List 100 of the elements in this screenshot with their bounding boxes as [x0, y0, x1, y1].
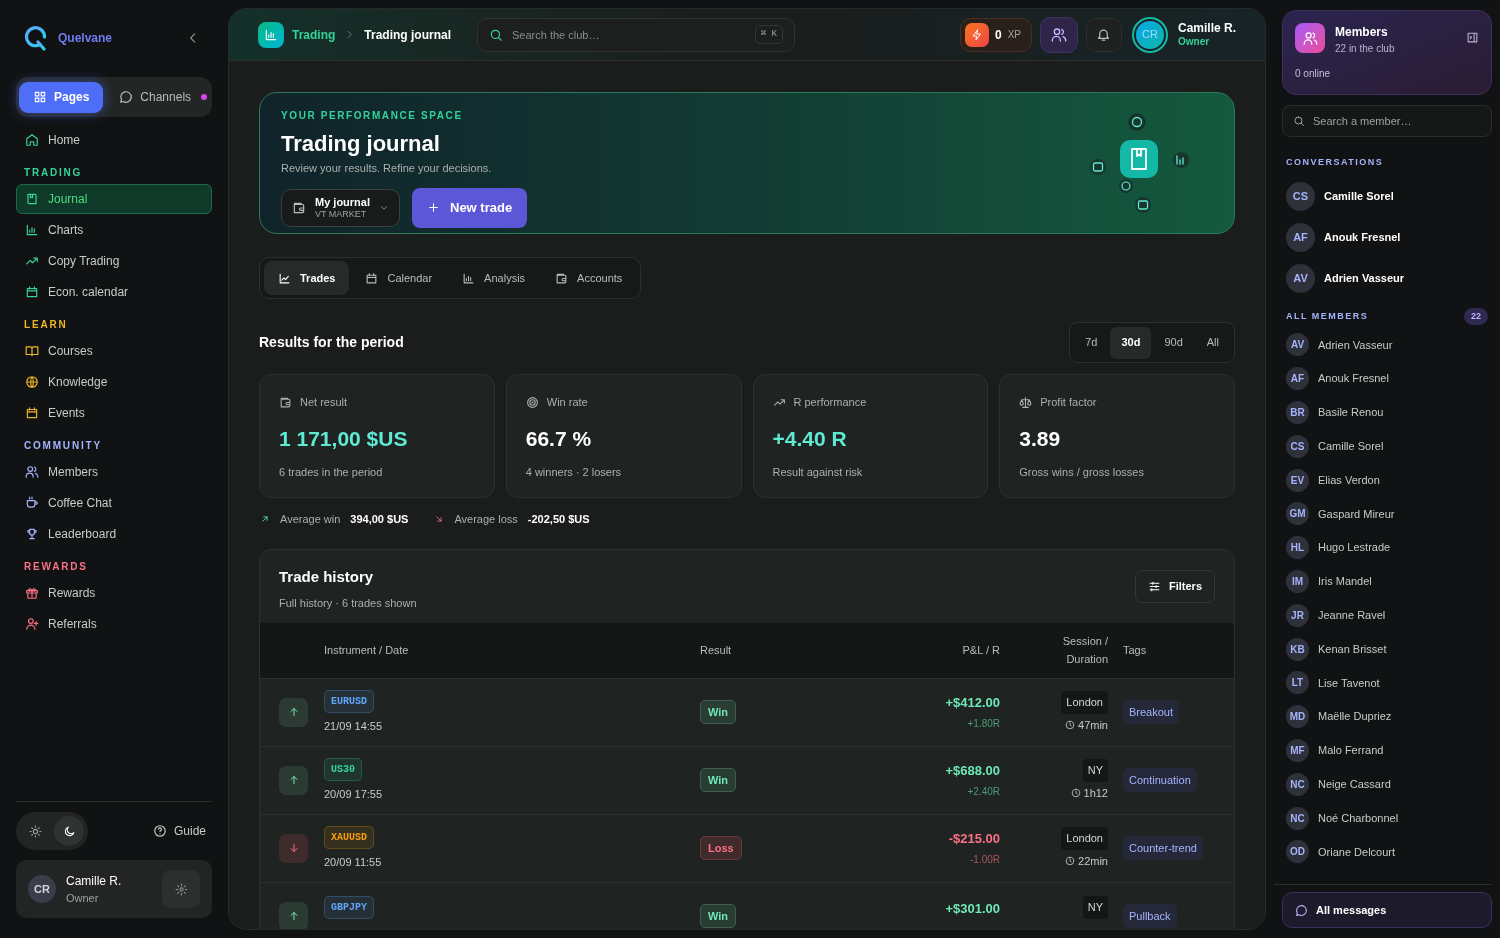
- member-item[interactable]: NC Noé Charbonnel: [1282, 801, 1492, 835]
- user-plus-icon: [25, 616, 39, 631]
- notifications-button[interactable]: [1085, 17, 1122, 52]
- nav-item[interactable]: Copy Trading: [16, 245, 212, 276]
- users-glyph-icon: [1302, 30, 1318, 46]
- member-item[interactable]: OD Oriane Delcourt: [1282, 834, 1492, 869]
- nav-item[interactable]: Journal: [16, 183, 212, 214]
- member-item[interactable]: HL Hugo Lestrade: [1282, 530, 1492, 565]
- member-item[interactable]: BR Basile Renou: [1282, 395, 1492, 430]
- nav-item[interactable]: Home: [16, 124, 212, 155]
- tag-chip: Pullback: [1123, 903, 1177, 929]
- wallet-icon: [555, 271, 569, 285]
- period-button[interactable]: 7d: [1074, 326, 1109, 359]
- avatar: KB: [1286, 637, 1309, 661]
- nav-item[interactable]: Coffee Chat: [16, 487, 212, 518]
- instrument-tag: US30: [324, 757, 362, 781]
- nav-item[interactable]: Courses: [16, 335, 212, 366]
- xp-unit: XP: [1007, 28, 1021, 42]
- member-item[interactable]: AF Anouk Fresnel: [1282, 361, 1492, 396]
- r-multiple: +1.80R: [967, 716, 1000, 731]
- members-button[interactable]: [1039, 16, 1078, 53]
- conversation-item[interactable]: CS Camille Sorel: [1282, 175, 1492, 217]
- avatar: NC: [1286, 806, 1309, 830]
- arrow-up-icon: [287, 774, 300, 786]
- section-heading: REWARDS: [24, 560, 88, 574]
- journal-select[interactable]: My journal VT MARKET: [281, 188, 400, 227]
- tag-chip: Counter-trend: [1123, 835, 1203, 861]
- member-item[interactable]: IM Iris Mandel: [1282, 564, 1492, 599]
- nav-item[interactable]: Charts: [16, 214, 212, 245]
- nav-item[interactable]: Events: [16, 397, 212, 428]
- member-search-input[interactable]: Search a member…: [1313, 106, 1481, 136]
- shortcut-hint: ⌘ K: [754, 24, 783, 45]
- tag-chip: Breakout: [1123, 699, 1180, 725]
- search-input[interactable]: Search the club…: [512, 18, 746, 51]
- section-title: Results for the period: [259, 333, 404, 352]
- hero-title: Trading journal: [281, 130, 441, 158]
- theme-button[interactable]: [54, 816, 84, 846]
- column-header: Tags: [1122, 642, 1148, 658]
- filters-button[interactable]: Filters: [1135, 569, 1215, 603]
- xp-value: 0: [994, 26, 1002, 44]
- stat-label: R performance: [793, 395, 867, 410]
- tab[interactable]: Analysis: [448, 261, 540, 295]
- line-chart-icon: [278, 271, 291, 285]
- section-heading: LEARN: [24, 318, 68, 332]
- period-button[interactable]: 90d: [1153, 326, 1194, 359]
- member-item[interactable]: EV Elias Verdon: [1282, 463, 1492, 497]
- breadcrumb-link[interactable]: Trading: [292, 25, 336, 44]
- tab[interactable]: Calendar: [351, 261, 447, 295]
- avatar: OD: [1286, 840, 1309, 864]
- member-item[interactable]: GM Gaspard Mireur: [1282, 497, 1492, 531]
- switch-tab[interactable]: Pages: [19, 81, 104, 113]
- nav-item[interactable]: Econ. calendar: [16, 276, 212, 307]
- nav-item[interactable]: Leaderboard: [16, 518, 212, 549]
- member-item[interactable]: NC Neige Cassard: [1282, 767, 1492, 802]
- user-role: Owner: [1177, 35, 1211, 48]
- member-item[interactable]: JR Jeanne Ravel: [1282, 598, 1492, 633]
- new-trade-button[interactable]: New trade: [412, 187, 528, 228]
- member-item[interactable]: MF Malo Ferrand: [1282, 733, 1492, 768]
- arrow-down-icon: [287, 842, 300, 854]
- period-button[interactable]: All: [1195, 326, 1230, 359]
- tab[interactable]: Accounts: [541, 261, 637, 295]
- collapse-panel-button[interactable]: [1466, 31, 1479, 44]
- member-item[interactable]: AV Adrien Vasseur: [1282, 328, 1492, 362]
- home-icon: [25, 132, 39, 147]
- conversation-item[interactable]: AV Adrien Vasseur: [1282, 257, 1492, 299]
- calendar-icon: [25, 405, 39, 420]
- conversation-item[interactable]: AF Anouk Fresnel: [1282, 216, 1492, 258]
- average-label: Average loss: [454, 512, 518, 527]
- pnl-value: -$215.00: [948, 830, 1000, 849]
- nav-item[interactable]: Referrals: [16, 608, 212, 639]
- pnl-value: +$688.00: [945, 762, 1000, 781]
- bell-icon: [1096, 27, 1112, 42]
- globe-icon: [25, 374, 39, 389]
- period-button[interactable]: 30d: [1110, 326, 1152, 359]
- filter-icon: [1148, 579, 1161, 593]
- all-messages-button[interactable]: All messages: [1282, 892, 1492, 928]
- member-search-field[interactable]: Search a member…: [1282, 105, 1492, 137]
- instrument-tag: GBPJPY: [324, 895, 374, 919]
- guide-link[interactable]: Guide: [152, 822, 212, 840]
- nav-item[interactable]: Knowledge: [16, 366, 212, 397]
- nav-item[interactable]: Rewards: [16, 577, 212, 608]
- nav-item[interactable]: Members: [16, 456, 212, 487]
- hero-subtitle: Review your results. Refine your decisions.: [281, 161, 493, 176]
- switch-tab[interactable]: Channels: [105, 81, 222, 113]
- calendar-icon: [25, 284, 39, 299]
- member-item[interactable]: CS Camille Sorel: [1282, 429, 1492, 464]
- session-chip: London: [1061, 827, 1108, 850]
- member-item[interactable]: MD Maëlle Dupriez: [1282, 699, 1492, 734]
- member-item[interactable]: LT Lise Tavenot: [1282, 665, 1492, 700]
- search-field[interactable]: Search the club… ⌘ K: [477, 17, 795, 52]
- member-item[interactable]: KB Kenan Brisset: [1282, 632, 1492, 666]
- chart-glyph-icon: [264, 27, 278, 42]
- average-value: -202,50 $US: [527, 512, 590, 527]
- stat-value: 1 171,00 $US: [279, 425, 409, 452]
- trophy-icon: [25, 526, 39, 541]
- tab[interactable]: Trades: [264, 261, 350, 295]
- column-header: Session / Duration: [1061, 634, 1108, 667]
- duration: 1h12: [1083, 785, 1108, 801]
- search-icon: [1293, 115, 1305, 127]
- section-heading: TRADING: [24, 166, 83, 180]
